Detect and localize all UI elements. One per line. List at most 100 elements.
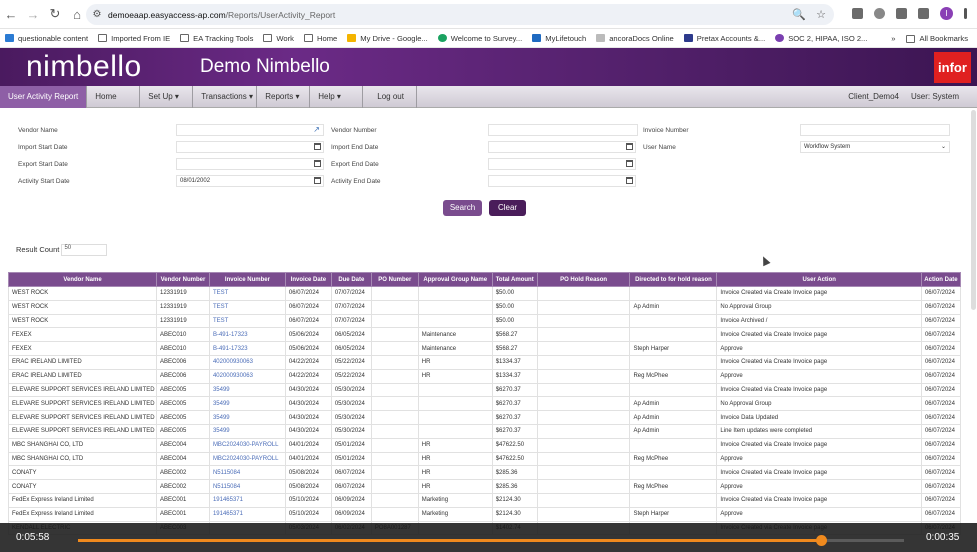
menu-icon[interactable] — [964, 8, 967, 19]
bookmark-star-icon[interactable]: ☆ — [816, 8, 826, 21]
column-header[interactable]: PO Hold Reason — [536, 272, 631, 287]
tab-help[interactable]: Help ▾ — [310, 86, 364, 108]
seek-bar[interactable] — [78, 535, 904, 546]
table-cell[interactable]: 402000930063 — [208, 354, 286, 370]
table-cell[interactable]: 35499 — [208, 382, 286, 398]
bookmark-item[interactable]: My Drive - Google... — [347, 34, 428, 43]
bookmark-folder[interactable]: Imported From IE — [98, 34, 170, 43]
calendar-icon[interactable] — [314, 143, 321, 150]
puzzle-icon[interactable] — [918, 8, 929, 19]
tab-user-activity-report[interactable]: User Activity Report — [0, 86, 88, 108]
table-cell[interactable]: N5115084 — [208, 479, 286, 494]
table-cell: Ap Admin — [629, 423, 718, 439]
tab-setup[interactable]: Set Up ▾ — [140, 86, 194, 108]
calendar-icon[interactable] — [314, 160, 321, 167]
table-cell: 12331919 — [155, 299, 210, 315]
user-name-select[interactable]: Workflow System ⌄ — [800, 141, 950, 153]
home-icon[interactable]: ⌂ — [66, 7, 88, 22]
column-header[interactable]: PO Number — [370, 272, 419, 287]
bookmark-folder[interactable]: EA Tracking Tools — [180, 34, 253, 43]
column-header[interactable]: Invoice Date — [284, 272, 332, 287]
result-count-input[interactable]: 50 — [61, 244, 108, 256]
extension-icon[interactable] — [874, 8, 885, 19]
table-cell[interactable]: TEST — [208, 299, 286, 315]
table-cell[interactable]: MBC2024030-PAYROLL — [208, 437, 286, 453]
activity-start-input[interactable]: 08/01/2002 — [176, 175, 324, 187]
seek-handle[interactable] — [816, 535, 828, 546]
column-header[interactable]: Total Amount — [491, 272, 538, 287]
address-bar[interactable]: ⚙ demoeaap.easyaccess-ap.com/Reports/Use… — [86, 4, 834, 25]
table-cell[interactable]: TEST — [208, 313, 286, 329]
back-icon[interactable]: ← — [0, 7, 22, 22]
scrollbar[interactable] — [971, 110, 976, 310]
bookmark-item[interactable]: Welcome to Survey... — [437, 34, 522, 43]
table-cell: 06/07/2024 — [920, 437, 962, 453]
vendor-name-input[interactable]: ↗ — [176, 124, 324, 136]
column-header[interactable]: Due Date — [330, 272, 372, 287]
calendar-icon[interactable] — [314, 177, 321, 184]
table-cell[interactable]: N5115084 — [208, 465, 286, 481]
calendar-icon[interactable] — [626, 160, 633, 167]
bookmark-item[interactable]: Pretax Accounts &... — [683, 34, 765, 43]
app-banner: nimbello Demo Nimbello infor — [0, 48, 977, 86]
table-cell[interactable]: B-491-17323 — [208, 341, 286, 356]
tab-reports[interactable]: Reports ▾ — [257, 86, 311, 108]
column-header[interactable]: Directed to for hold reason — [629, 272, 718, 287]
bookmark-folder[interactable]: Work — [263, 34, 294, 43]
table-cell: ERAC IRELAND LIMITED — [8, 354, 157, 370]
zoom-icon[interactable]: 🔍 — [792, 8, 806, 21]
table-cell[interactable]: MBC2024030-PAYROLL — [208, 451, 286, 467]
import-start-input[interactable] — [176, 141, 324, 153]
invoice-number-label: Invoice Number — [643, 127, 689, 134]
invoice-number-input[interactable] — [800, 124, 950, 136]
calendar-icon[interactable] — [626, 143, 633, 150]
table-cell[interactable]: B-491-17323 — [208, 327, 286, 343]
table-cell — [536, 341, 631, 356]
import-end-input[interactable] — [488, 141, 636, 153]
export-start-label: Export Start Date — [18, 161, 68, 168]
profile-avatar[interactable]: I — [940, 7, 953, 20]
site-info-icon[interactable]: ⚙ — [86, 9, 108, 20]
bookmark-folder[interactable]: Home — [303, 34, 337, 43]
reload-icon[interactable]: ↻ — [44, 6, 66, 22]
table-cell — [536, 465, 631, 481]
export-end-input[interactable] — [488, 158, 636, 170]
activity-end-input[interactable] — [488, 175, 636, 187]
bookmark-item[interactable]: ancoraDocs Online — [596, 34, 674, 43]
column-header[interactable]: User Action — [716, 272, 922, 287]
tab-home[interactable]: Home — [87, 86, 141, 108]
table-cell[interactable]: 191465371 — [208, 492, 286, 508]
tab-logout[interactable]: Log out — [363, 86, 418, 108]
forward-icon[interactable]: → — [22, 7, 44, 22]
extension-icon[interactable] — [852, 8, 863, 19]
table-cell[interactable]: 402000930063 — [208, 368, 286, 384]
search-button[interactable]: Search — [443, 200, 482, 216]
lookup-icon[interactable]: ↗ — [313, 125, 320, 135]
column-header[interactable]: Invoice Number — [208, 272, 286, 287]
nimbello-logo[interactable]: nimbello — [26, 50, 142, 84]
column-header[interactable]: Approval Group Name — [417, 272, 493, 287]
clear-button[interactable]: Clear — [489, 200, 526, 216]
all-bookmarks[interactable]: All Bookmarks — [906, 34, 968, 43]
column-header[interactable]: Vendor Number — [155, 272, 210, 287]
column-header[interactable]: Action Date — [920, 272, 962, 287]
tab-transactions[interactable]: Transactions ▾ — [193, 86, 258, 108]
extension-icon[interactable] — [896, 8, 907, 19]
bookmark-item[interactable]: MyLifetouch — [532, 34, 586, 43]
table-cell[interactable]: 191465371 — [208, 506, 286, 522]
table-cell[interactable]: 35499 — [208, 396, 286, 412]
bookmark-item[interactable]: questionable content — [5, 34, 88, 43]
table-cell[interactable]: 35499 — [208, 423, 286, 439]
table-cell: ABEC002 — [155, 479, 210, 494]
table-cell[interactable]: 35499 — [208, 410, 286, 425]
calendar-icon[interactable] — [626, 177, 633, 184]
export-start-input[interactable] — [176, 158, 324, 170]
bookmark-item[interactable]: SOC 2, HIPAA, ISO 2... — [775, 34, 867, 43]
vendor-number-input[interactable] — [488, 124, 638, 136]
table-cell[interactable]: TEST — [208, 286, 286, 301]
more-bookmarks-icon[interactable]: » — [891, 34, 895, 43]
table-row: ERAC IRELAND LIMITED ABEC006 402000930063 0… — [8, 368, 962, 384]
table-row: ELEVARE SUPPORT SERVICES IRELAND LIMITED… — [8, 382, 962, 398]
table-cell — [370, 423, 419, 439]
column-header[interactable]: Vendor Name — [8, 272, 157, 287]
